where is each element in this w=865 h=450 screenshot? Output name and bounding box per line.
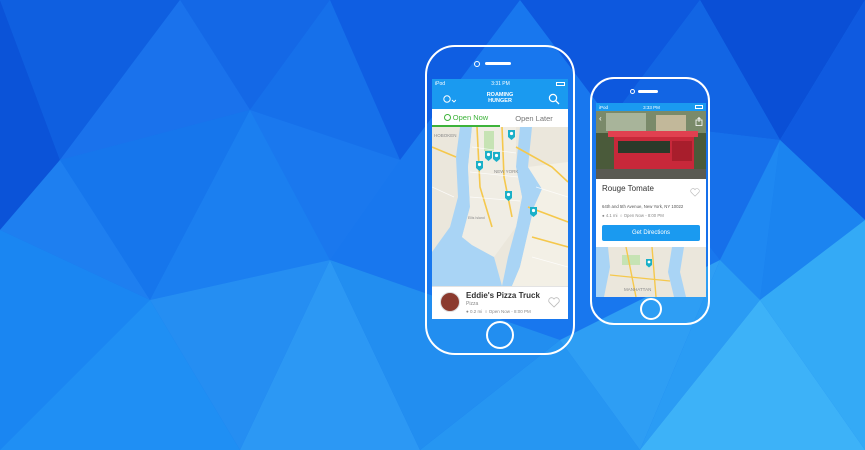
speaker-grille xyxy=(638,90,658,93)
pin-icon: ● xyxy=(466,309,469,314)
battery-icon xyxy=(695,105,703,109)
search-icon[interactable] xyxy=(548,92,560,110)
main-screen: iPod 3:31 PM ROAMING HUNGER Open Now Ope… xyxy=(432,79,568,319)
front-camera-icon xyxy=(474,61,480,67)
truck-photo: ‹ xyxy=(596,111,706,179)
park xyxy=(484,131,494,151)
tab-open-now-label: Open Now xyxy=(452,112,489,122)
second-phone-frame: iPod 3:33 PM ‹ Rouge Tomate 64th and 5th… xyxy=(590,77,710,325)
clock-icon: ○ xyxy=(484,309,488,314)
carrier-label: iPod xyxy=(435,80,446,87)
map-label-newyork: NEW YORK xyxy=(494,169,518,174)
detail-distance: 4.1 mi xyxy=(605,213,618,218)
status-bar: iPod 3:33 PM xyxy=(596,103,706,111)
detail-meta: ● 4.1 mi ○ Open Now - 8:00 PM xyxy=(602,213,664,218)
truck-category: Pizza xyxy=(466,301,479,307)
carrier-label: iPod xyxy=(599,104,609,110)
open-tabs: Open Now Open Later xyxy=(432,109,568,128)
map-label-hoboken: HOBOKEN xyxy=(434,133,457,138)
truck-meta: ● 0.2 mi ○ Open Now - 8:00 PM xyxy=(466,309,531,314)
pin-icon: ● xyxy=(602,213,605,218)
status-time: 3:31 PM xyxy=(491,80,510,87)
logo-line-2: HUNGER xyxy=(488,98,512,104)
detail-map[interactable]: MANHATTAN xyxy=(596,247,706,297)
main-phone-frame: iPod 3:31 PM ROAMING HUNGER Open Now Ope… xyxy=(425,45,575,355)
truck-card[interactable]: Eddie's Pizza Truck Pizza ● 0.2 mi ○ Ope… xyxy=(432,286,568,319)
truck-hours: Open Now - 8:00 PM xyxy=(488,309,531,314)
share-icon[interactable] xyxy=(695,113,703,131)
get-directions-button[interactable]: Get Directions xyxy=(602,225,700,241)
detail-hours: Open Now - 8:00 PM xyxy=(623,213,664,218)
battery-icon xyxy=(555,81,565,86)
front-camera-icon xyxy=(630,89,635,94)
app-logo: ROAMING HUNGER xyxy=(482,92,518,104)
map-view[interactable]: HOBOKEN NEW YORK Ellis Island xyxy=(432,127,568,286)
detail-address: 64th and 5th Avenue, New York, NY 10022 xyxy=(602,204,684,209)
map-label-manhattan: MANHATTAN xyxy=(624,287,651,292)
back-icon[interactable]: ‹ xyxy=(599,114,602,123)
detail-name: Rouge Tomate xyxy=(602,184,654,193)
detail-screen: iPod 3:33 PM ‹ Rouge Tomate 64th and 5th… xyxy=(596,103,706,297)
map-drawing: HOBOKEN NEW YORK Ellis Island xyxy=(432,127,568,286)
map-label-ellis: Ellis Island xyxy=(468,216,485,220)
truck-distance: 0.2 mi xyxy=(469,309,483,314)
truck-name: Eddie's Pizza Truck xyxy=(466,291,540,300)
truck-avatar xyxy=(440,292,460,312)
home-button[interactable] xyxy=(640,298,662,320)
nav-bar: ROAMING HUNGER xyxy=(432,88,568,109)
tab-open-now[interactable]: Open Now xyxy=(432,109,500,127)
tab-open-later-label: Open Later xyxy=(515,113,553,123)
heart-icon[interactable] xyxy=(690,184,700,202)
heart-icon[interactable] xyxy=(548,295,560,313)
tab-open-later[interactable]: Open Later xyxy=(500,109,568,127)
speaker-grille xyxy=(485,62,511,65)
status-time: 3:33 PM xyxy=(643,104,660,110)
status-bar: iPod 3:31 PM xyxy=(432,79,568,88)
home-button[interactable] xyxy=(486,321,514,349)
clock-icon xyxy=(443,113,451,121)
clock-icon: ○ xyxy=(619,213,623,218)
